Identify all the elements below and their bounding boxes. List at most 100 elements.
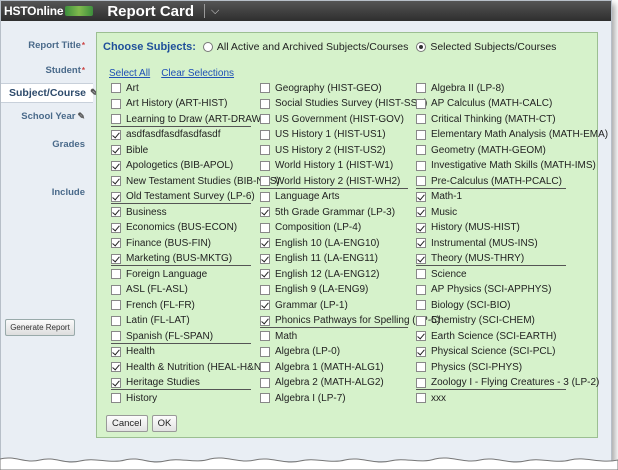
subject-checkbox-row[interactable]: Composition (LP-4) (260, 220, 361, 236)
subject-label[interactable]: US History 2 (HIST-US2) (275, 145, 386, 156)
subject-label[interactable]: Algebra I (LP-7) (275, 393, 346, 404)
subject-checkbox[interactable] (111, 160, 121, 171)
subject-checkbox[interactable] (111, 238, 121, 248)
subject-label[interactable]: Science (431, 269, 467, 280)
subject-checkbox-row[interactable]: xxx (416, 390, 446, 406)
subject-label[interactable]: Finance (BUS-FIN) (126, 238, 211, 249)
subject-checkbox[interactable] (111, 222, 121, 233)
subject-label[interactable]: ASL (FL-ASL) (126, 284, 188, 295)
subject-checkbox[interactable] (416, 98, 426, 109)
subject-checkbox[interactable] (416, 377, 426, 388)
subject-checkbox[interactable] (111, 377, 121, 388)
subject-checkbox-row[interactable]: asdfasdfasdfasdfasdf (111, 127, 221, 143)
subject-checkbox[interactable] (260, 315, 270, 326)
subject-checkbox[interactable] (111, 114, 121, 124)
subject-checkbox[interactable] (111, 269, 121, 279)
subject-label[interactable]: Language Arts (275, 191, 340, 202)
clear-selections-link[interactable]: Clear Selections (161, 68, 234, 79)
subject-checkbox[interactable] (260, 83, 270, 93)
selected-subjects-label[interactable]: Selected Subjects/Courses (430, 41, 556, 53)
subject-checkbox-row[interactable]: Art History (ART-HIST) (111, 96, 227, 112)
subject-checkbox-row[interactable]: English 9 (LA-ENG9) (260, 282, 368, 298)
subject-checkbox-row[interactable]: Health (111, 344, 155, 360)
subject-label[interactable]: Algebra (LP-0) (275, 346, 340, 357)
subject-checkbox[interactable] (260, 300, 270, 310)
subject-label[interactable]: Critical Thinking (MATH-CT) (431, 114, 556, 125)
subject-label[interactable]: Algebra 1 (MATH-ALG1) (275, 362, 384, 373)
subject-label[interactable]: AP Calculus (MATH-CALC) (431, 98, 552, 109)
subject-checkbox[interactable] (260, 346, 270, 357)
subject-checkbox-row[interactable]: Science (416, 266, 467, 282)
subject-checkbox[interactable] (111, 300, 121, 310)
subject-checkbox[interactable] (416, 114, 426, 124)
subject-checkbox-row[interactable]: US Government (HIST-GOV) (260, 111, 404, 127)
subject-checkbox[interactable] (260, 377, 270, 388)
subject-checkbox[interactable] (111, 393, 121, 403)
subject-checkbox[interactable] (260, 393, 270, 403)
subject-label[interactable]: Apologetics (BIB-APOL) (126, 160, 233, 171)
subject-checkbox-row[interactable]: Latin (FL-LAT) (111, 313, 190, 329)
subject-checkbox-row[interactable]: Business (111, 204, 167, 220)
subject-checkbox[interactable] (111, 315, 121, 326)
subject-checkbox-row[interactable]: Social Studies Survey (HIST-SSS) (260, 96, 427, 112)
subject-checkbox[interactable] (416, 300, 426, 310)
subject-checkbox[interactable] (111, 362, 121, 372)
subject-label[interactable]: Elementary Math Analysis (MATH-EMA) (431, 129, 608, 140)
subject-label[interactable]: Business (126, 207, 167, 218)
subject-label[interactable]: asdfasdfasdfasdfasdf (126, 129, 221, 140)
subject-label[interactable]: Investigative Math Skills (MATH-IMS) (431, 160, 596, 171)
subject-label[interactable]: US Government (HIST-GOV) (275, 114, 404, 125)
subject-checkbox-row[interactable]: History (MUS-HIST) (416, 220, 520, 236)
subject-checkbox-row[interactable]: Investigative Math Skills (MATH-IMS) (416, 158, 596, 174)
subject-checkbox[interactable] (260, 145, 270, 155)
subject-checkbox[interactable] (416, 269, 426, 279)
subject-checkbox[interactable] (416, 176, 426, 186)
subject-checkbox[interactable] (416, 145, 426, 155)
subject-checkbox-row[interactable]: Algebra 1 (MATH-ALG1) (260, 359, 384, 375)
subject-label[interactable]: Theory (MUS-THRY) (431, 253, 524, 264)
report-title-label[interactable]: Report Title* (28, 40, 85, 51)
subject-checkbox[interactable] (416, 129, 426, 140)
subject-checkbox-row[interactable]: Algebra 2 (MATH-ALG2) (260, 375, 384, 391)
subject-label[interactable]: History (126, 393, 157, 404)
subject-checkbox[interactable] (416, 284, 426, 295)
subject-checkbox[interactable] (260, 331, 270, 341)
subject-label[interactable]: Physical Science (SCI-PCL) (431, 346, 555, 357)
subject-label[interactable]: Art History (ART-HIST) (126, 98, 227, 109)
subject-label[interactable]: Health (126, 346, 155, 357)
subject-label[interactable]: xxx (431, 393, 446, 404)
subject-checkbox[interactable] (111, 191, 121, 202)
subject-label[interactable]: Instrumental (MUS-INS) (431, 238, 538, 249)
subject-checkbox-row[interactable]: Algebra II (LP-8) (416, 80, 504, 96)
subject-label[interactable]: AP Physics (SCI-APPHYS) (431, 284, 551, 295)
subject-checkbox[interactable] (111, 129, 121, 140)
subject-label[interactable]: Art (126, 83, 139, 94)
subject-checkbox[interactable] (260, 253, 270, 264)
subject-checkbox[interactable] (416, 207, 426, 217)
subject-checkbox[interactable] (260, 129, 270, 140)
subject-label[interactable]: Music (431, 207, 457, 218)
subject-label[interactable]: Geography (HIST-GEO) (275, 83, 382, 94)
include-label[interactable]: Include (52, 187, 85, 198)
subject-label[interactable]: Biology (SCI-BIO) (431, 300, 510, 311)
subject-checkbox[interactable] (416, 160, 426, 171)
subject-checkbox-row[interactable]: US History 1 (HIST-US1) (260, 127, 386, 143)
subject-checkbox-row[interactable]: Math-1 (416, 189, 462, 205)
subject-checkbox[interactable] (111, 83, 121, 93)
selected-subjects-radio[interactable] (416, 42, 427, 52)
subject-checkbox-row[interactable]: AP Physics (SCI-APPHYS) (416, 282, 551, 298)
subject-label[interactable]: New Testament Studies (BIB-NTS) (126, 176, 280, 187)
subject-checkbox-row[interactable]: 5th Grade Grammar (LP-3) (260, 204, 395, 220)
subject-checkbox[interactable] (260, 176, 270, 186)
subject-label[interactable]: Health & Nutrition (HEAL-H&N) (126, 362, 264, 373)
subject-checkbox[interactable] (111, 331, 121, 341)
subject-label[interactable]: History (MUS-HIST) (431, 222, 520, 233)
subject-checkbox-row[interactable]: Geography (HIST-GEO) (260, 80, 382, 96)
subject-label[interactable]: English 9 (LA-ENG9) (275, 284, 368, 295)
school-year-label[interactable]: School Year ✎ (21, 111, 85, 122)
subject-label[interactable]: Chemistry (SCI-CHEM) (431, 315, 535, 326)
subject-checkbox-row[interactable]: Music (416, 204, 457, 220)
subject-checkbox[interactable] (416, 83, 426, 93)
chevron-down-icon[interactable]: ⌵ (211, 5, 219, 18)
subject-checkbox-row[interactable]: English 11 (LA-ENG11) (260, 251, 378, 267)
